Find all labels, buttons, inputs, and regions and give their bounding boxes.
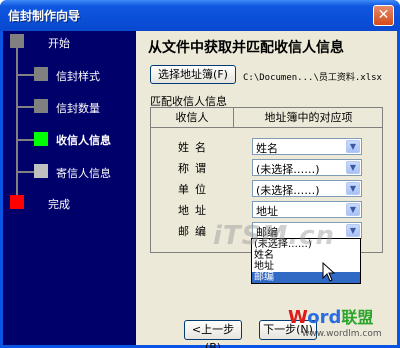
window-title: 信封制作向导: [8, 9, 81, 23]
step-label-recipient-info: 收信人信息: [56, 134, 111, 147]
row-label-company: 单位: [178, 183, 212, 196]
step-marker-recipient-info: [34, 132, 48, 146]
wizard-main-panel: 从文件中获取并匹配收信人信息 选择地址簿(F) C:\Documen...\员工…: [136, 31, 397, 348]
step-label-envelope-count: 信封数量: [56, 102, 100, 115]
dropdown-option-postcode[interactable]: 邮编: [252, 272, 360, 283]
logo-letter-w: W: [288, 307, 308, 328]
column-header-address-book-field: 地址簿中的对应项: [234, 108, 383, 128]
logo-letters-ord: ord: [307, 307, 342, 328]
dropdown-option-address[interactable]: 地址: [252, 261, 360, 272]
address-field-select[interactable]: 地址 ▼: [252, 201, 362, 218]
dropdown-option-name[interactable]: 姓名: [252, 250, 360, 261]
step-marker-envelope-style: [34, 67, 48, 81]
step-label-sender-info: 寄信人信息: [56, 167, 111, 180]
step-label-start: 开始: [48, 37, 70, 50]
row-label-postcode: 邮编: [178, 225, 212, 238]
page-title: 从文件中获取并匹配收信人信息: [148, 40, 344, 56]
step-marker-start: [10, 34, 24, 48]
chevron-down-icon[interactable]: ▼: [346, 140, 360, 153]
name-field-select[interactable]: 姓名 ▼: [252, 138, 362, 155]
row-label-address: 地址: [178, 204, 212, 217]
wordlm-logo: Word联盟: [288, 304, 373, 328]
step-label-finish: 完成: [48, 198, 70, 211]
chevron-down-icon[interactable]: ▼: [346, 161, 360, 174]
chevron-down-icon[interactable]: ▼: [346, 203, 360, 216]
site-url: www.wordlm.com: [302, 329, 382, 339]
row-label-title: 称谓: [178, 162, 212, 175]
row-label-name: 姓名: [178, 141, 212, 154]
column-divider: [233, 108, 234, 128]
title-field-select[interactable]: (未选择……) ▼: [252, 159, 362, 176]
step-marker-sender-info: [34, 164, 48, 178]
title-field-value: (未选择……): [256, 163, 320, 176]
address-field-value: 地址: [256, 205, 278, 218]
wizard-client: 开始 信封样式 信封数量 收信人信息 寄信人信息 完成 从文件中获取并匹配收信人…: [3, 31, 397, 348]
selected-file-path: C:\Documen...\员工资料.xlsx: [243, 73, 382, 83]
step-label-envelope-style: 信封样式: [56, 70, 100, 83]
chevron-down-icon[interactable]: ▼: [346, 182, 360, 195]
step-marker-envelope-count: [34, 99, 48, 113]
close-button[interactable]: ✕: [373, 5, 394, 26]
name-field-value: 姓名: [256, 142, 278, 155]
company-field-select[interactable]: (未选择……) ▼: [252, 180, 362, 197]
back-button[interactable]: <上一步(B): [184, 320, 242, 348]
step-track-line: [16, 41, 18, 206]
chevron-down-icon[interactable]: ▼: [346, 224, 360, 237]
step-marker-finish: [10, 195, 24, 209]
company-field-value: (未选择……): [256, 184, 320, 197]
title-bar: 信封制作向导 ✕: [0, 0, 400, 31]
column-header-recipient: 收信人: [151, 108, 233, 128]
wizard-step-sidebar: 开始 信封样式 信封数量 收信人信息 寄信人信息 完成: [3, 31, 136, 345]
logo-chinese-text: 联盟: [341, 308, 374, 327]
select-address-book-button[interactable]: 选择地址簿(F): [150, 65, 236, 84]
watermark-text: iTSM.cn: [213, 221, 336, 251]
wizard-window: 信封制作向导 ✕ 开始 信封样式 信封数量 收信人信息 寄信人信息 完成 从文件…: [0, 0, 400, 348]
mouse-cursor-icon: [322, 261, 336, 282]
